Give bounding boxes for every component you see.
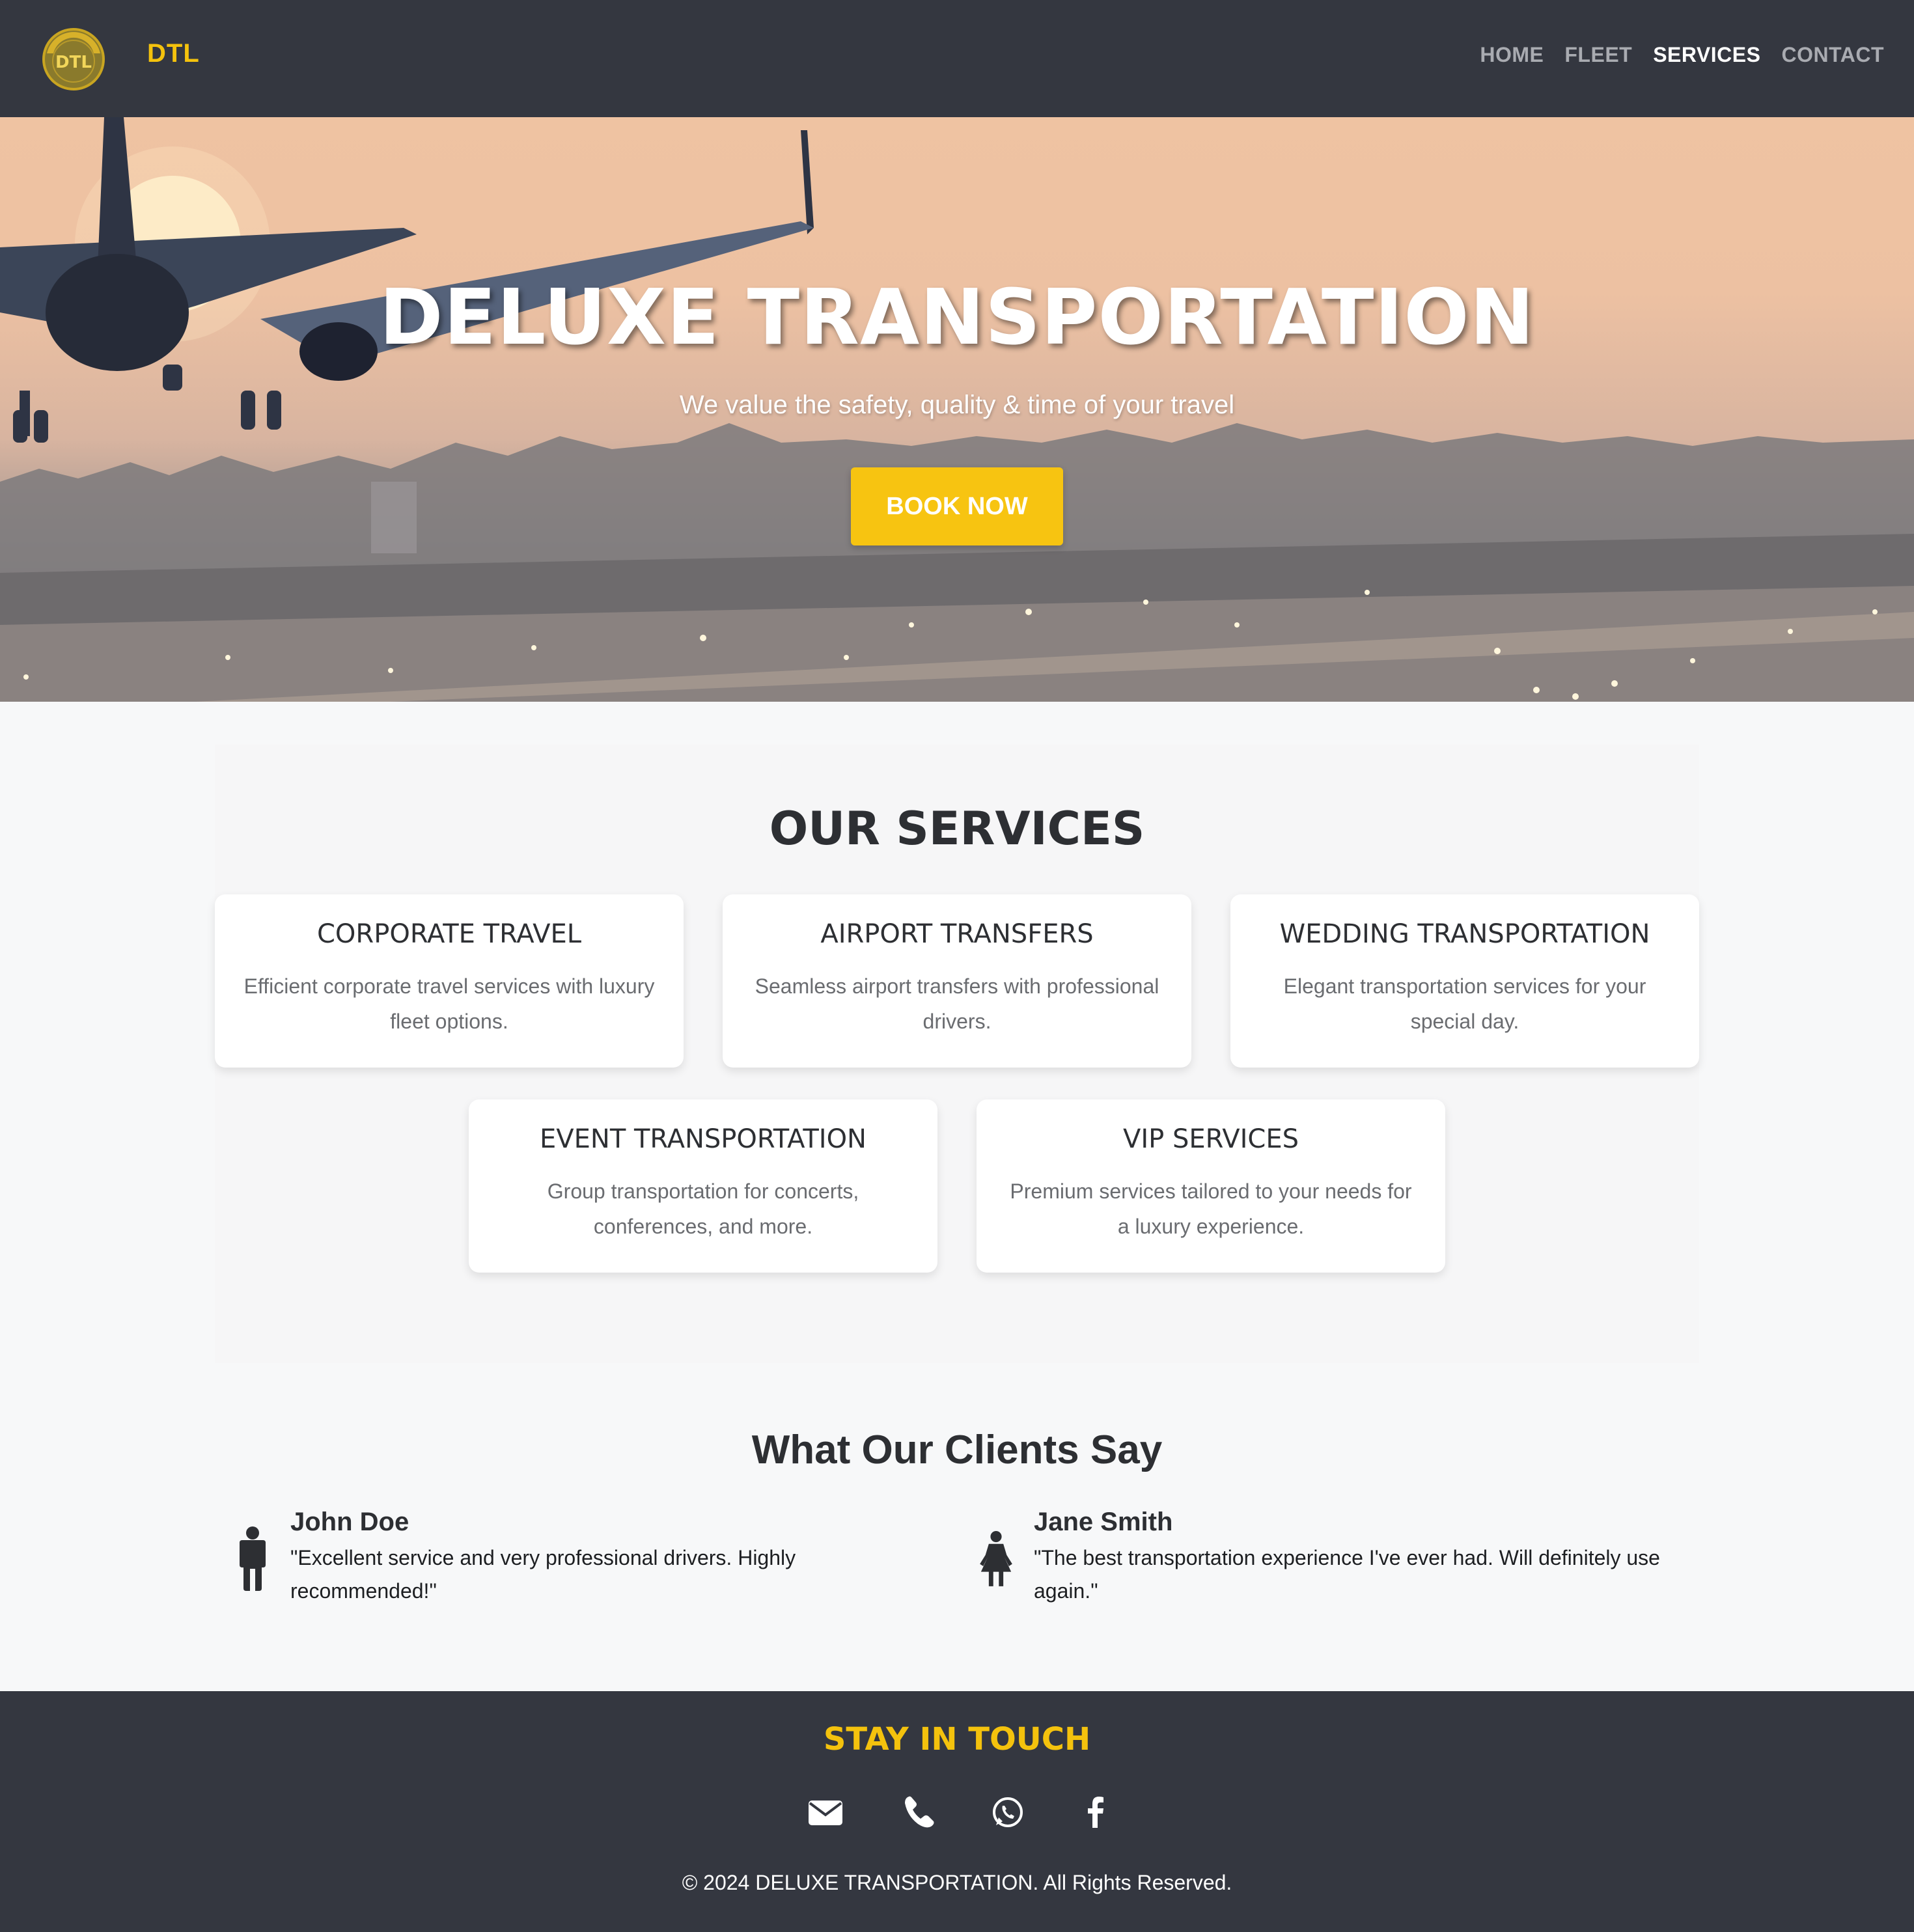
footer-title: STAY IN TOUCH: [823, 1721, 1091, 1758]
testimonial-quote: "The best transportation experience I've…: [1034, 1546, 1660, 1603]
service-card-airport-transfers[interactable]: AIRPORT TRANSFERS Seamless airport trans…: [723, 894, 1191, 1068]
nav-fleet[interactable]: FLEET: [1564, 43, 1632, 67]
site-header: DTL DTL HOME FLEET SERVICES CONTACT: [0, 0, 1914, 117]
service-card-description: Group transportation for concerts, confe…: [547, 1180, 859, 1238]
service-card-event-transportation[interactable]: EVENT TRANSPORTATION Group transportatio…: [469, 1099, 937, 1273]
service-card-wedding-transportation[interactable]: WEDDING TRANSPORTATION Elegant transport…: [1230, 894, 1699, 1068]
service-card-title: VIP SERVICES: [1122, 1124, 1299, 1154]
service-card-title: EVENT TRANSPORTATION: [540, 1124, 867, 1154]
testimonial-name: Jane Smith: [1034, 1508, 1173, 1536]
service-card-title: CORPORATE TRAVEL: [317, 919, 581, 949]
service-card-description: Efficient corporate travel services with…: [243, 974, 655, 1033]
service-card-description: Seamless airport transfers with professi…: [755, 974, 1159, 1033]
nav-home[interactable]: HOME: [1480, 43, 1544, 67]
dtl-logo[interactable]: DTL: [42, 27, 105, 91]
nav-contact[interactable]: CONTACT: [1781, 43, 1884, 67]
envelope-icon[interactable]: [807, 1794, 844, 1830]
svg-text:DTL: DTL: [55, 53, 92, 72]
phone-icon[interactable]: [901, 1794, 937, 1830]
main-nav: HOME FLEET SERVICES CONTACT: [1480, 43, 1884, 67]
testimonials-title: What Our Clients Say: [751, 1428, 1163, 1472]
service-card-title: WEDDING TRANSPORTATION: [1279, 919, 1650, 949]
site-footer: STAY IN TOUCH © 2024 DELUXE TRANSPORTATI…: [0, 1691, 1914, 1932]
facebook-icon[interactable]: [1078, 1794, 1115, 1830]
whatsapp-icon[interactable]: [990, 1794, 1026, 1830]
testimonial-name: John Doe: [290, 1508, 409, 1536]
service-card-title: AIRPORT TRANSFERS: [820, 919, 1094, 949]
copyright-text: © 2024 DELUXE TRANSPORTATION. All Rights…: [682, 1871, 1232, 1894]
male-person-icon: [240, 1526, 266, 1591]
hero-subtitle: We value the safety, quality & time of y…: [679, 391, 1235, 419]
service-card-description: Elegant transportation services for your…: [1283, 974, 1646, 1033]
hero-title: DELUXE TRANSPORTATION: [379, 272, 1535, 362]
service-card-description: Premium services tailored to your needs …: [1010, 1180, 1412, 1238]
testimonial-quote: "Excellent service and very professional…: [290, 1546, 796, 1603]
service-card-vip-services[interactable]: VIP SERVICES Premium services tailored t…: [977, 1099, 1445, 1273]
hero-banner: DELUXE TRANSPORTATION We value the safet…: [0, 117, 1914, 702]
service-card-corporate-travel[interactable]: CORPORATE TRAVEL Efficient corporate tra…: [215, 894, 684, 1068]
brand-name[interactable]: DTL: [147, 39, 200, 68]
book-now-button[interactable]: BOOK NOW: [851, 467, 1063, 545]
female-person-icon: [980, 1531, 1012, 1586]
nav-services[interactable]: SERVICES: [1653, 43, 1760, 67]
services-title: OUR SERVICES: [769, 802, 1145, 855]
